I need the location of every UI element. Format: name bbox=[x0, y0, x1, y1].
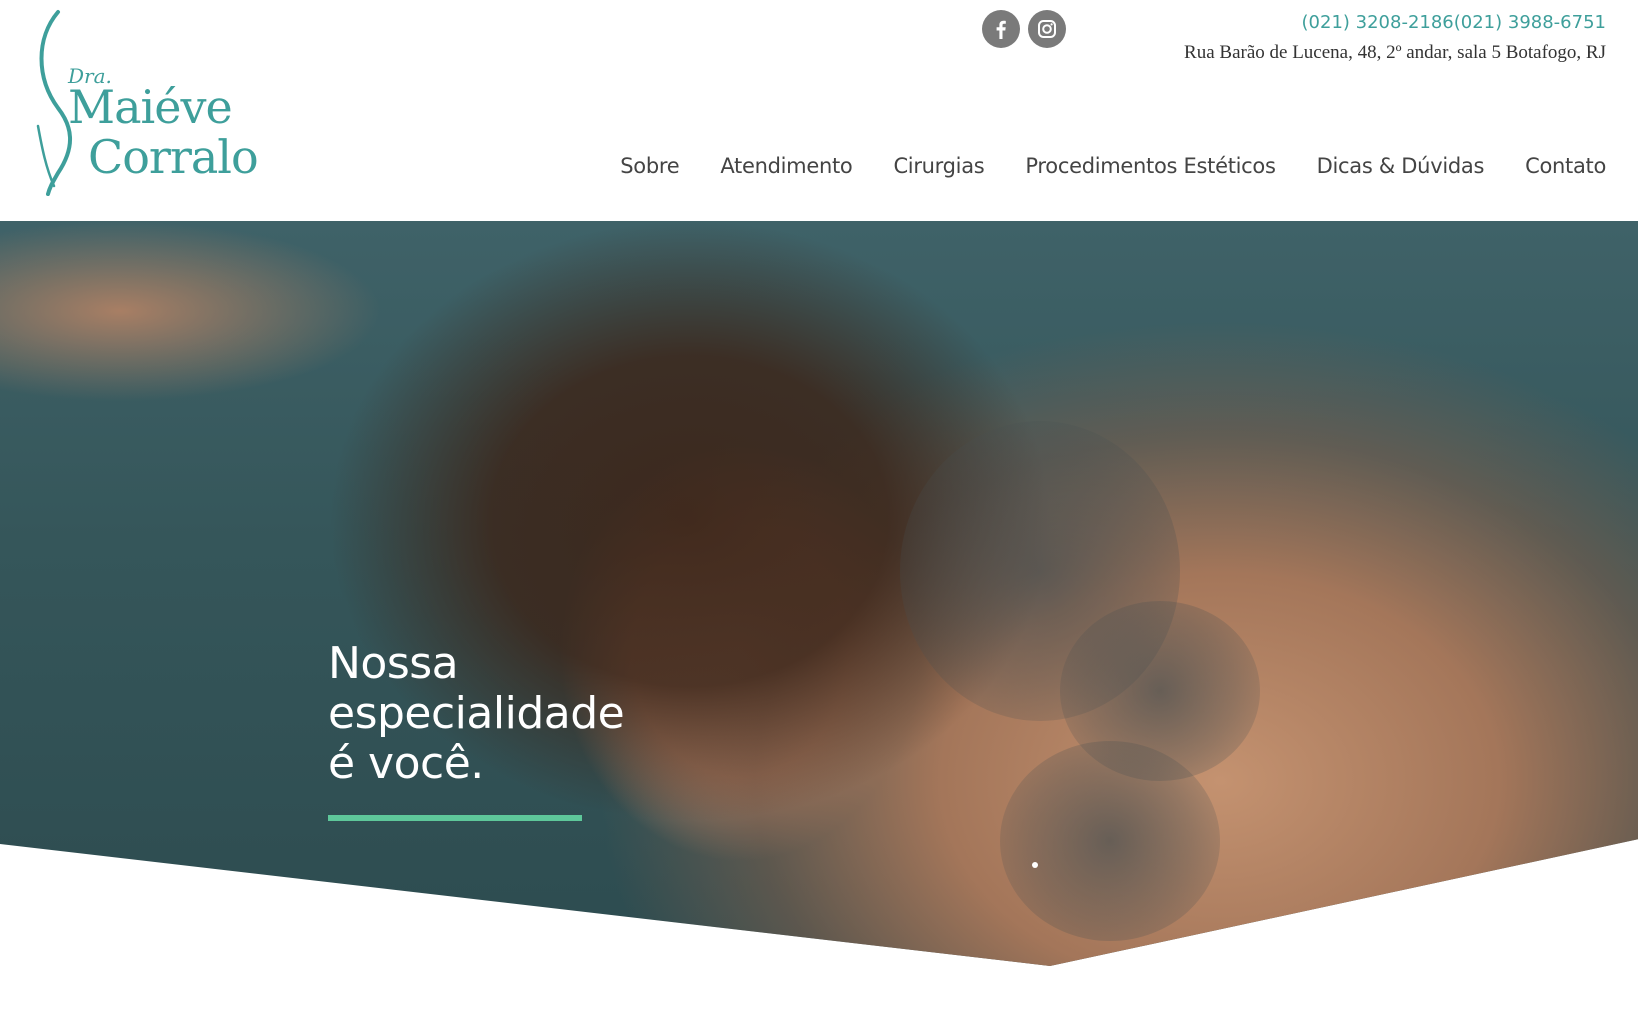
sand-texture bbox=[1000, 741, 1220, 941]
address: Rua Barão de Lucena, 48, 2º andar, sala … bbox=[1184, 42, 1606, 63]
facebook-icon bbox=[996, 20, 1006, 39]
logo-first-name: Maiéve bbox=[68, 80, 233, 134]
nav-item-cirurgias[interactable]: Cirurgias bbox=[893, 154, 984, 178]
instagram-link[interactable] bbox=[1028, 10, 1066, 48]
site-logo[interactable]: Dra. Maiéve Corralo bbox=[28, 8, 268, 198]
hero-banner: Nossa especialidade é você. bbox=[0, 221, 1638, 1024]
page: Dra. Maiéve Corralo (021) 3208-2186(021)… bbox=[0, 0, 1638, 1024]
social-links bbox=[982, 10, 1066, 48]
instagram-icon bbox=[1038, 20, 1056, 38]
nav-item-contato[interactable]: Contato bbox=[1525, 154, 1606, 178]
hero-image bbox=[0, 221, 1638, 966]
nav-item-sobre[interactable]: Sobre bbox=[620, 154, 679, 178]
slider-dot[interactable] bbox=[1032, 862, 1038, 868]
nav-item-dicas-duvidas[interactable]: Dicas & Dúvidas bbox=[1317, 154, 1485, 178]
facebook-link[interactable] bbox=[982, 10, 1020, 48]
hero-headline: Nossa especialidade é você. bbox=[328, 638, 625, 789]
phone-numbers[interactable]: (021) 3208-2186(021) 3988-6751 bbox=[1302, 12, 1606, 33]
site-header: Dra. Maiéve Corralo (021) 3208-2186(021)… bbox=[0, 0, 1638, 221]
main-nav: Sobre Atendimento Cirurgias Procedimento… bbox=[620, 154, 1606, 178]
hero-headline-line-1: Nossa bbox=[328, 638, 459, 689]
hero-headline-line-2: especialidade bbox=[328, 688, 625, 739]
hero-underline bbox=[328, 815, 582, 821]
nav-item-procedimentos-esteticos[interactable]: Procedimentos Estéticos bbox=[1025, 154, 1276, 178]
hero-headline-line-3: é você. bbox=[328, 738, 484, 789]
nav-item-atendimento[interactable]: Atendimento bbox=[720, 154, 852, 178]
logo-last-name: Corralo bbox=[88, 130, 259, 184]
